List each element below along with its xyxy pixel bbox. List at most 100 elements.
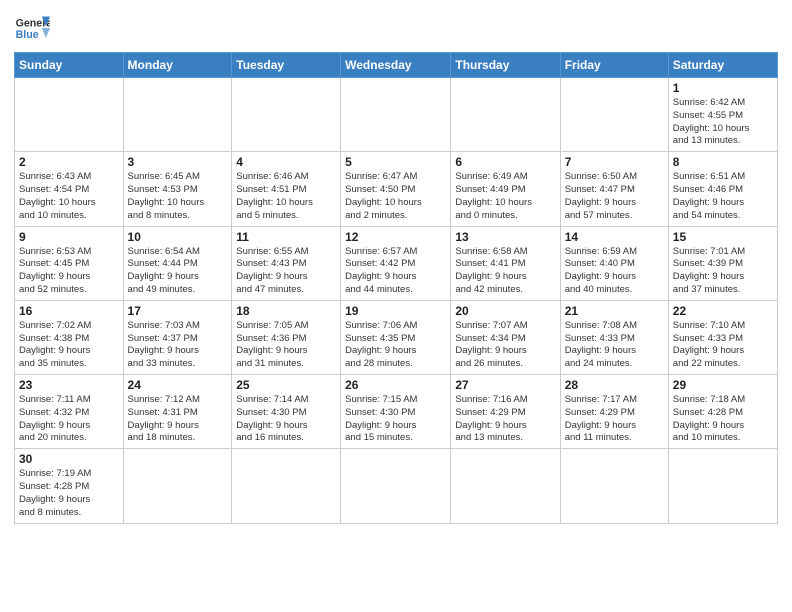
day-number: 24 xyxy=(128,378,228,392)
day-cell: 14 Sunrise: 6:59 AM Sunset: 4:40 PM Dayli… xyxy=(560,226,668,300)
day-cell xyxy=(451,78,560,152)
day-cell xyxy=(232,78,341,152)
day-cell: 6 Sunrise: 6:49 AM Sunset: 4:49 PM Daylig… xyxy=(451,152,560,226)
day-cell: 10Sunrise: 6:54 AM Sunset: 4:44 PM Dayli… xyxy=(123,226,232,300)
day-number: 20 xyxy=(455,304,555,318)
day-number: 14 xyxy=(565,230,664,244)
day-number: 30 xyxy=(19,452,119,466)
day-cell: 29 Sunrise: 7:18 AM Sunset: 4:28 PM Dayli… xyxy=(668,375,777,449)
day-number: 18 xyxy=(236,304,336,318)
day-cell xyxy=(15,78,124,152)
day-info: Sunrise: 7:15 AM Sunset: 4:30 PM Dayligh… xyxy=(345,394,446,445)
day-info: Sunrise: 7:03 AM Sunset: 4:37 PM Dayligh… xyxy=(128,320,228,371)
day-info: Sunrise: 6:58 AM Sunset: 4:41 PM Dayligh… xyxy=(455,246,555,297)
day-cell: 7Sunrise: 6:50 AM Sunset: 4:47 PM Daylig… xyxy=(560,152,668,226)
day-cell: 22Sunrise: 7:10 AM Sunset: 4:33 PM Dayli… xyxy=(668,300,777,374)
day-info: Sunrise: 6:50 AM Sunset: 4:47 PM Dayligh… xyxy=(565,171,664,222)
day-info: Sunrise: 7:16 AM Sunset: 4:29 PM Dayligh… xyxy=(455,394,555,445)
day-info: Sunrise: 7:18 AM Sunset: 4:28 PM Dayligh… xyxy=(673,394,773,445)
day-number: 5 xyxy=(345,155,446,169)
week-row-6: 30 Sunrise: 7:19 AM Sunset: 4:28 PM Dayli… xyxy=(15,449,778,523)
weekday-header-saturday: Saturday xyxy=(668,53,777,78)
weekday-header-tuesday: Tuesday xyxy=(232,53,341,78)
day-info: Sunrise: 7:07 AM Sunset: 4:34 PM Dayligh… xyxy=(455,320,555,371)
day-info: Sunrise: 6:51 AM Sunset: 4:46 PM Dayligh… xyxy=(673,171,773,222)
day-cell: 21 Sunrise: 7:08 AM Sunset: 4:33 PM Dayli… xyxy=(560,300,668,374)
day-info: Sunrise: 6:53 AM Sunset: 4:45 PM Dayligh… xyxy=(19,246,119,297)
day-number: 12 xyxy=(345,230,446,244)
week-row-4: 16Sunrise: 7:02 AM Sunset: 4:38 PM Dayli… xyxy=(15,300,778,374)
day-number: 22 xyxy=(673,304,773,318)
day-cell: 19 Sunrise: 7:06 AM Sunset: 4:35 PM Dayli… xyxy=(341,300,451,374)
week-row-3: 9 Sunrise: 6:53 AM Sunset: 4:45 PM Daylig… xyxy=(15,226,778,300)
weekday-header-thursday: Thursday xyxy=(451,53,560,78)
day-number: 2 xyxy=(19,155,119,169)
day-cell: 24 Sunrise: 7:12 AM Sunset: 4:31 PM Dayli… xyxy=(123,375,232,449)
day-number: 6 xyxy=(455,155,555,169)
day-number: 11 xyxy=(236,230,336,244)
day-cell xyxy=(341,78,451,152)
day-number: 16 xyxy=(19,304,119,318)
day-info: Sunrise: 7:06 AM Sunset: 4:35 PM Dayligh… xyxy=(345,320,446,371)
day-number: 29 xyxy=(673,378,773,392)
day-cell: 23Sunrise: 7:11 AM Sunset: 4:32 PM Dayli… xyxy=(15,375,124,449)
day-info: Sunrise: 7:01 AM Sunset: 4:39 PM Dayligh… xyxy=(673,246,773,297)
day-number: 19 xyxy=(345,304,446,318)
day-info: Sunrise: 6:49 AM Sunset: 4:49 PM Dayligh… xyxy=(455,171,555,222)
day-cell: 5 Sunrise: 6:47 AM Sunset: 4:50 PM Daylig… xyxy=(341,152,451,226)
day-info: Sunrise: 7:11 AM Sunset: 4:32 PM Dayligh… xyxy=(19,394,119,445)
week-row-2: 2 Sunrise: 6:43 AM Sunset: 4:54 PM Daylig… xyxy=(15,152,778,226)
week-row-1: 1Sunrise: 6:42 AM Sunset: 4:55 PM Daylig… xyxy=(15,78,778,152)
day-cell xyxy=(668,449,777,523)
logo: General Blue xyxy=(14,10,50,46)
page-header: General Blue xyxy=(14,10,778,46)
day-cell xyxy=(123,78,232,152)
calendar-page: General Blue SundayMondayTuesdayWednesda… xyxy=(0,0,792,612)
day-number: 21 xyxy=(565,304,664,318)
day-cell: 30 Sunrise: 7:19 AM Sunset: 4:28 PM Dayli… xyxy=(15,449,124,523)
day-info: Sunrise: 6:45 AM Sunset: 4:53 PM Dayligh… xyxy=(128,171,228,222)
day-cell: 17 Sunrise: 7:03 AM Sunset: 4:37 PM Dayli… xyxy=(123,300,232,374)
day-cell: 11 Sunrise: 6:55 AM Sunset: 4:43 PM Dayli… xyxy=(232,226,341,300)
day-cell: 18Sunrise: 7:05 AM Sunset: 4:36 PM Dayli… xyxy=(232,300,341,374)
day-cell xyxy=(123,449,232,523)
weekday-header-monday: Monday xyxy=(123,53,232,78)
day-number: 1 xyxy=(673,81,773,95)
day-number: 9 xyxy=(19,230,119,244)
day-cell: 15Sunrise: 7:01 AM Sunset: 4:39 PM Dayli… xyxy=(668,226,777,300)
weekday-header-wednesday: Wednesday xyxy=(341,53,451,78)
day-number: 10 xyxy=(128,230,228,244)
day-number: 4 xyxy=(236,155,336,169)
logo-icon: General Blue xyxy=(14,10,50,46)
day-number: 27 xyxy=(455,378,555,392)
day-number: 26 xyxy=(345,378,446,392)
day-cell: 27 Sunrise: 7:16 AM Sunset: 4:29 PM Dayli… xyxy=(451,375,560,449)
day-info: Sunrise: 6:57 AM Sunset: 4:42 PM Dayligh… xyxy=(345,246,446,297)
day-cell xyxy=(560,449,668,523)
day-number: 13 xyxy=(455,230,555,244)
week-row-5: 23Sunrise: 7:11 AM Sunset: 4:32 PM Dayli… xyxy=(15,375,778,449)
day-info: Sunrise: 6:59 AM Sunset: 4:40 PM Dayligh… xyxy=(565,246,664,297)
day-cell xyxy=(232,449,341,523)
day-cell: 12 Sunrise: 6:57 AM Sunset: 4:42 PM Dayli… xyxy=(341,226,451,300)
day-number: 17 xyxy=(128,304,228,318)
day-info: Sunrise: 6:43 AM Sunset: 4:54 PM Dayligh… xyxy=(19,171,119,222)
day-cell: 2 Sunrise: 6:43 AM Sunset: 4:54 PM Daylig… xyxy=(15,152,124,226)
day-info: Sunrise: 7:14 AM Sunset: 4:30 PM Dayligh… xyxy=(236,394,336,445)
weekday-header-row: SundayMondayTuesdayWednesdayThursdayFrid… xyxy=(15,53,778,78)
day-cell: 20 Sunrise: 7:07 AM Sunset: 4:34 PM Dayli… xyxy=(451,300,560,374)
day-info: Sunrise: 6:47 AM Sunset: 4:50 PM Dayligh… xyxy=(345,171,446,222)
day-info: Sunrise: 7:08 AM Sunset: 4:33 PM Dayligh… xyxy=(565,320,664,371)
day-cell: 25 Sunrise: 7:14 AM Sunset: 4:30 PM Dayli… xyxy=(232,375,341,449)
day-number: 25 xyxy=(236,378,336,392)
day-cell: 28Sunrise: 7:17 AM Sunset: 4:29 PM Dayli… xyxy=(560,375,668,449)
day-info: Sunrise: 7:12 AM Sunset: 4:31 PM Dayligh… xyxy=(128,394,228,445)
day-number: 8 xyxy=(673,155,773,169)
day-info: Sunrise: 6:55 AM Sunset: 4:43 PM Dayligh… xyxy=(236,246,336,297)
day-cell: 13 Sunrise: 6:58 AM Sunset: 4:41 PM Dayli… xyxy=(451,226,560,300)
day-cell: 4Sunrise: 6:46 AM Sunset: 4:51 PM Daylig… xyxy=(232,152,341,226)
day-cell: 16Sunrise: 7:02 AM Sunset: 4:38 PM Dayli… xyxy=(15,300,124,374)
day-cell xyxy=(451,449,560,523)
svg-text:Blue: Blue xyxy=(16,29,39,41)
day-info: Sunrise: 7:19 AM Sunset: 4:28 PM Dayligh… xyxy=(19,468,119,519)
